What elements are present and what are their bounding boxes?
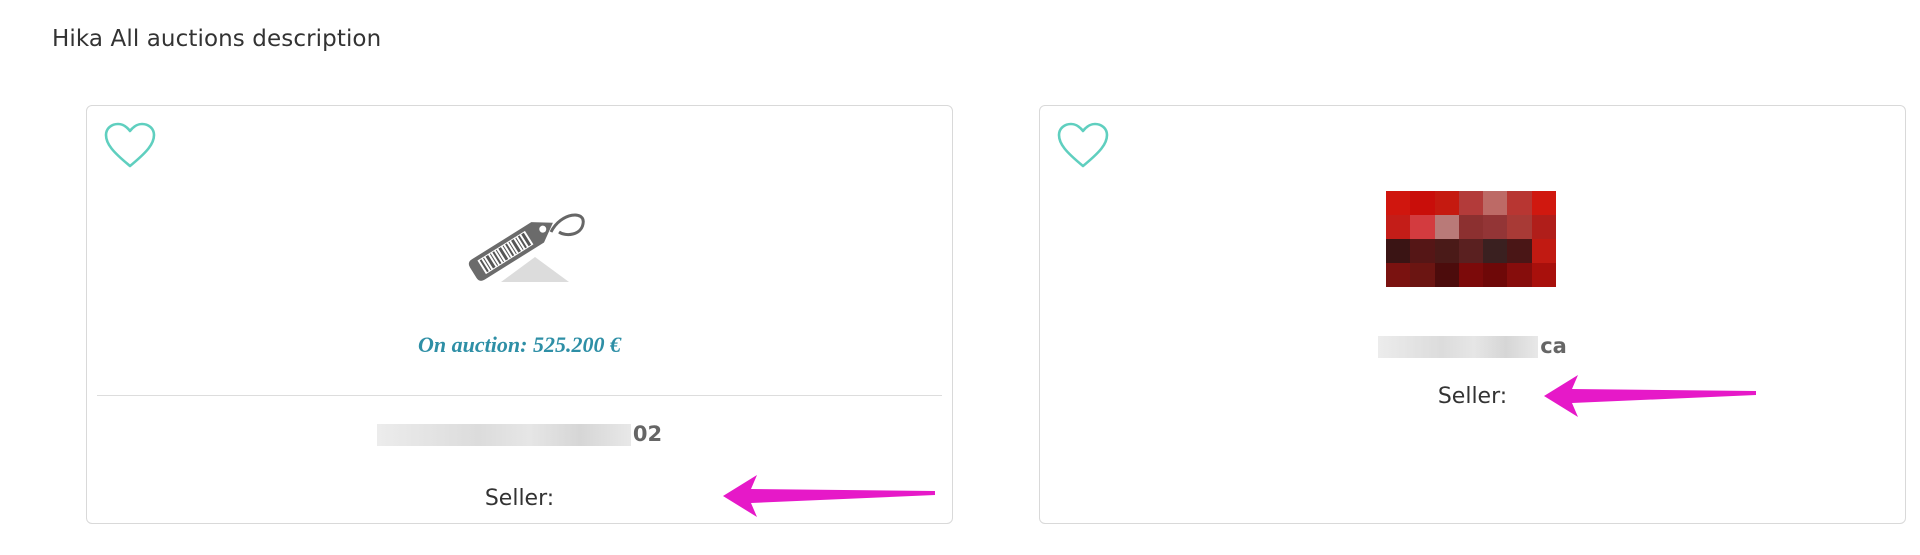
auction-thumbnail[interactable] bbox=[1386, 191, 1556, 287]
auction-card[interactable]: On auction: 525.200 € 02 Seller: bbox=[86, 105, 953, 524]
seller-row: Seller: bbox=[1040, 384, 1905, 409]
price-tag-icon bbox=[451, 202, 587, 292]
page-description: Hika All auctions description bbox=[52, 26, 382, 52]
auction-title[interactable]: ca bbox=[1040, 334, 1905, 358]
auction-price: On auction: 525.200 € bbox=[418, 332, 621, 357]
auction-title-suffix: 02 bbox=[632, 422, 663, 446]
auction-title[interactable]: 02 bbox=[87, 422, 952, 446]
annotation-arrow bbox=[1540, 371, 1760, 421]
page: Hika All auctions description On auction… bbox=[0, 0, 1920, 555]
auction-card[interactable]: ca Seller: bbox=[1039, 105, 1906, 524]
heart-icon[interactable] bbox=[1056, 122, 1110, 170]
redacted-text bbox=[1378, 336, 1539, 358]
auction-title-suffix: ca bbox=[1540, 334, 1567, 358]
annotation-arrow bbox=[719, 471, 939, 521]
seller-label: Seller: bbox=[484, 486, 555, 511]
heart-icon[interactable] bbox=[103, 122, 157, 170]
divider bbox=[97, 395, 942, 396]
redacted-text bbox=[376, 424, 631, 446]
seller-label: Seller: bbox=[1437, 384, 1508, 409]
